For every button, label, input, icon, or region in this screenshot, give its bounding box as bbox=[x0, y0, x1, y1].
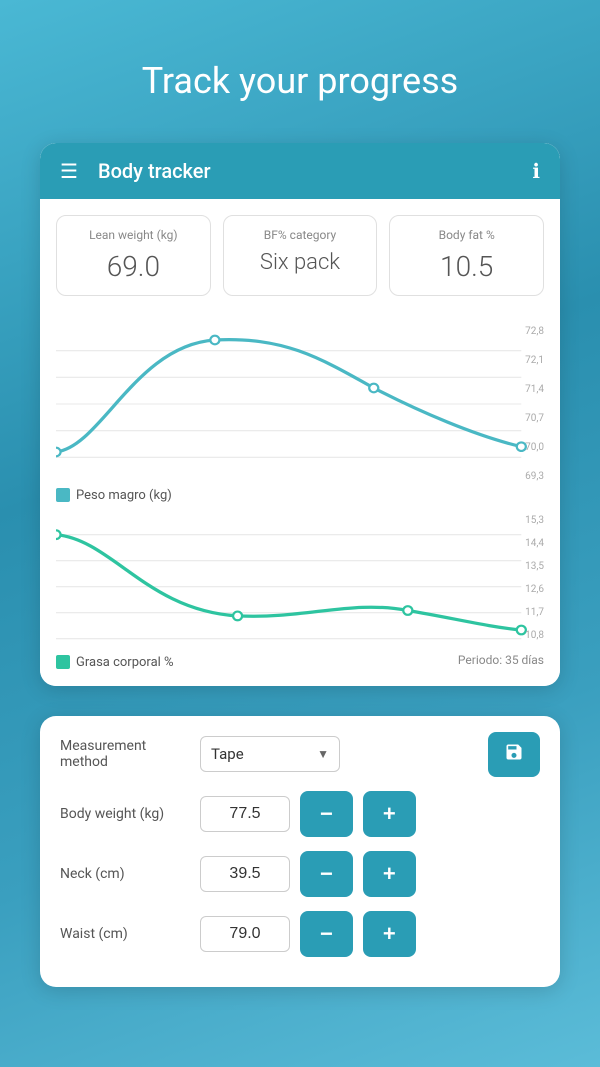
input-section: Measurement method Tape ▼ Body weight (k… bbox=[40, 716, 560, 987]
lean-weight-chart: 72,8 72,1 71,4 70,7 70,0 69,3 bbox=[56, 324, 544, 484]
menu-icon[interactable]: ☰ bbox=[60, 159, 78, 183]
y-label: 11,7 bbox=[525, 607, 544, 618]
stats-row: Lean weight (kg) 69.0 BF% category Six p… bbox=[40, 199, 560, 312]
stat-lean-weight: Lean weight (kg) 69.0 bbox=[56, 215, 211, 296]
chart1-y-axis: 72,8 72,1 71,4 70,7 70,0 69,3 bbox=[525, 324, 544, 484]
stat-body-fat: Body fat % 10.5 bbox=[389, 215, 544, 296]
waist-minus-button[interactable]: − bbox=[300, 911, 353, 957]
waist-label: Waist (cm) bbox=[60, 926, 190, 942]
chart2-legend-label: Grasa corporal % bbox=[76, 655, 174, 670]
chart1-legend-color bbox=[56, 488, 70, 502]
periodo-label: Periodo: 35 días bbox=[458, 653, 544, 667]
body-fat-chart: 15,3 14,4 13,5 12,6 11,7 10,8 bbox=[56, 513, 544, 643]
y-label: 12,6 bbox=[525, 584, 544, 595]
y-label: 72,8 bbox=[525, 326, 544, 337]
waist-plus-button[interactable]: + bbox=[363, 911, 416, 957]
y-label: 70,7 bbox=[525, 413, 544, 424]
save-button[interactable] bbox=[488, 732, 540, 777]
stat-bf-category: BF% category Six pack bbox=[223, 215, 378, 296]
chart2-y-axis: 15,3 14,4 13,5 12,6 11,7 10,8 bbox=[525, 513, 544, 643]
neck-input[interactable] bbox=[200, 856, 290, 892]
body-weight-plus-button[interactable]: + bbox=[363, 791, 416, 837]
lean-weight-value: 69.0 bbox=[107, 250, 160, 283]
body-weight-label: Body weight (kg) bbox=[60, 806, 190, 822]
measurement-method-row: Measurement method Tape ▼ bbox=[60, 732, 540, 777]
body-fat-label: Body fat % bbox=[439, 228, 495, 244]
body-weight-row: Body weight (kg) − + bbox=[60, 791, 540, 837]
chart1-legend-label: Peso magro (kg) bbox=[76, 488, 172, 503]
y-label: 72,1 bbox=[525, 355, 544, 366]
chart2-legend-color bbox=[56, 655, 70, 669]
neck-plus-button[interactable]: + bbox=[363, 851, 416, 897]
y-label: 15,3 bbox=[525, 515, 544, 526]
body-fat-value: 10.5 bbox=[440, 250, 493, 283]
app-bar-title: Body tracker bbox=[98, 159, 532, 183]
chart2-legend: Grasa corporal % bbox=[56, 655, 174, 670]
waist-row: Waist (cm) − + bbox=[60, 911, 540, 957]
neck-label: Neck (cm) bbox=[60, 866, 190, 882]
neck-row: Neck (cm) − + bbox=[60, 851, 540, 897]
lean-weight-label: Lean weight (kg) bbox=[89, 228, 178, 244]
body-weight-minus-button[interactable]: − bbox=[300, 791, 353, 837]
y-label: 10,8 bbox=[525, 630, 544, 641]
dropdown-value: Tape bbox=[211, 745, 317, 763]
info-icon[interactable]: ℹ bbox=[532, 159, 540, 183]
main-card: ☰ Body tracker ℹ Lean weight (kg) 69.0 B… bbox=[40, 143, 560, 686]
waist-input[interactable] bbox=[200, 916, 290, 952]
chart2-bottom: Grasa corporal % Periodo: 35 días bbox=[56, 651, 544, 670]
y-label: 13,5 bbox=[525, 561, 544, 572]
app-bar: ☰ Body tracker ℹ bbox=[40, 143, 560, 199]
measurement-method-dropdown[interactable]: Tape ▼ bbox=[200, 736, 340, 772]
body-weight-input[interactable] bbox=[200, 796, 290, 832]
measurement-method-label: Measurement method bbox=[60, 738, 190, 770]
bf-category-label: BF% category bbox=[264, 228, 336, 244]
chevron-down-icon: ▼ bbox=[317, 747, 329, 761]
chart1-legend: Peso magro (kg) bbox=[56, 488, 544, 503]
y-label: 69,3 bbox=[525, 471, 544, 482]
y-label: 14,4 bbox=[525, 538, 544, 549]
neck-minus-button[interactable]: − bbox=[300, 851, 353, 897]
y-label: 70,0 bbox=[525, 442, 544, 453]
chart-section: 72,8 72,1 71,4 70,7 70,0 69,3 Peso magro… bbox=[40, 312, 560, 686]
y-label: 71,4 bbox=[525, 384, 544, 395]
page-title: Track your progress bbox=[142, 60, 458, 103]
bf-category-value: Six pack bbox=[260, 250, 340, 275]
